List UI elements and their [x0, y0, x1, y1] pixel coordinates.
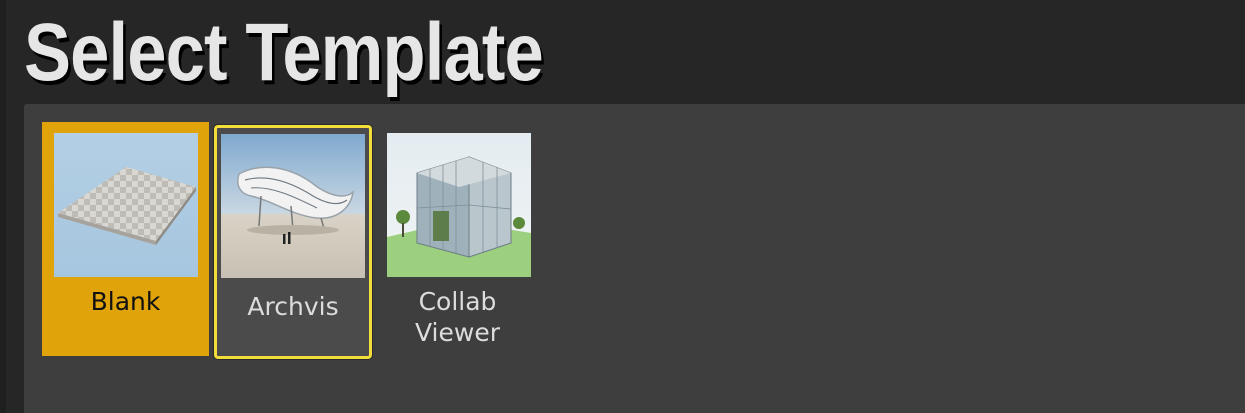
template-tile-blank[interactable]: Blank — [42, 122, 209, 356]
template-tile-collab-viewer[interactable]: Collab Viewer — [374, 122, 541, 356]
glass-building-icon — [387, 133, 531, 277]
checkerboard-floor-icon — [54, 133, 198, 277]
template-label: Collab Viewer — [415, 287, 500, 347]
architecture-render-icon — [221, 134, 365, 278]
window-edge — [0, 0, 6, 413]
page-title: Select Template — [24, 7, 544, 98]
template-label: Blank — [90, 287, 161, 316]
template-label: Archvis — [247, 292, 339, 321]
template-grid: Blank Archvis Collab Viewer — [24, 104, 1245, 413]
template-tile-archvis[interactable]: Archvis — [214, 125, 372, 359]
template-window: Select Template Blank Archvis Collab Vie… — [0, 0, 1245, 413]
